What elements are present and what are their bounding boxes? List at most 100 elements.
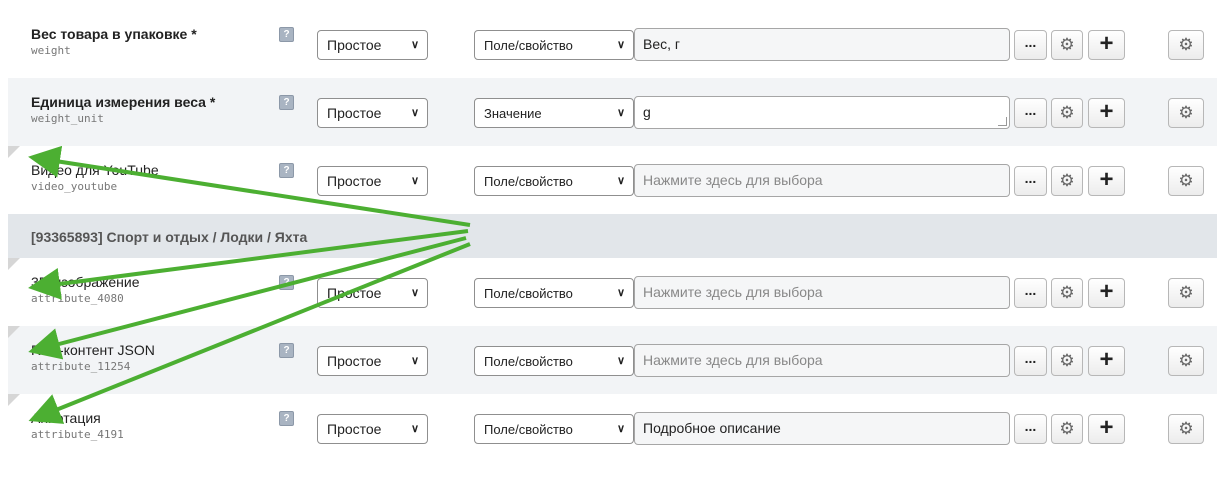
chevron-down-icon: ∨	[616, 107, 625, 119]
value-field[interactable]: Вес, г	[634, 28, 1010, 61]
chevron-down-icon: ∨	[616, 355, 625, 367]
type-select[interactable]: Простое ∨	[317, 346, 428, 376]
chevron-down-icon: ∨	[410, 423, 419, 435]
type-select[interactable]: Простое ∨	[317, 414, 428, 444]
type-select[interactable]: Простое ∨	[317, 98, 428, 128]
source-select-value: Поле/свойство	[484, 354, 573, 369]
add-button[interactable]: +	[1088, 30, 1125, 60]
gear-icon: ⚙	[1178, 351, 1194, 370]
attribute-row: Видео для YouTube video_youtube ? Просто…	[8, 146, 1217, 214]
source-select[interactable]: Поле/свойство ∨	[474, 30, 634, 60]
value-text: g	[643, 104, 651, 120]
attribute-title: Вес товара в упаковке *	[31, 26, 197, 42]
type-select[interactable]: Простое ∨	[317, 278, 428, 308]
add-button[interactable]: +	[1088, 414, 1125, 444]
more-button[interactable]: ...	[1014, 278, 1047, 308]
resize-handle-icon[interactable]	[998, 117, 1007, 126]
type-select-value: Простое	[327, 37, 382, 53]
chevron-down-icon: ∨	[410, 39, 419, 51]
more-button[interactable]: ...	[1014, 346, 1047, 376]
attribute-row: Вес товара в упаковке * weight ? Простое…	[8, 10, 1217, 78]
add-button[interactable]: +	[1088, 98, 1125, 128]
gear-icon: ⚙	[1178, 283, 1194, 302]
add-button[interactable]: +	[1088, 278, 1125, 308]
row-settings-button[interactable]: ⚙	[1168, 30, 1204, 60]
category-group-header: [93365893] Спорт и отдых / Лодки / Яхта	[8, 214, 1217, 258]
value-field[interactable]: Нажмите здесь для выбора	[634, 344, 1010, 377]
attribute-label: 3D-изображение attribute_4080	[31, 274, 140, 305]
attribute-title: 3D-изображение	[31, 274, 140, 290]
source-select-value: Поле/свойство	[484, 286, 573, 301]
add-button[interactable]: +	[1088, 166, 1125, 196]
help-icon[interactable]: ?	[279, 343, 294, 358]
row-settings-button[interactable]: ⚙	[1168, 346, 1204, 376]
chevron-down-icon: ∨	[616, 423, 625, 435]
source-select[interactable]: Значение ∨	[474, 98, 634, 128]
gear-icon: ⚙	[1059, 283, 1075, 302]
row-settings-button[interactable]: ⚙	[1168, 166, 1204, 196]
add-button[interactable]: +	[1088, 346, 1125, 376]
attribute-title: Видео для YouTube	[31, 162, 159, 178]
field-settings-button[interactable]: ⚙	[1051, 414, 1083, 444]
value-field[interactable]: Нажмите здесь для выбора	[634, 164, 1010, 197]
field-settings-button[interactable]: ⚙	[1051, 166, 1083, 196]
type-select[interactable]: Простое ∨	[317, 166, 428, 196]
chevron-down-icon: ∨	[410, 107, 419, 119]
field-settings-button[interactable]: ⚙	[1051, 98, 1083, 128]
attribute-row: Rich-контент JSON attribute_11254 ? Прос…	[8, 326, 1217, 394]
source-select-value: Поле/свойство	[484, 174, 573, 189]
source-select-value: Значение	[484, 106, 542, 121]
attribute-mapping-table: Вес товара в упаковке * weight ? Простое…	[8, 10, 1217, 462]
type-select-value: Простое	[327, 173, 382, 189]
source-select[interactable]: Поле/свойство ∨	[474, 166, 634, 196]
category-title: [93365893] Спорт и отдых / Лодки / Яхта	[31, 229, 308, 245]
source-select[interactable]: Поле/свойство ∨	[474, 414, 634, 444]
attribute-code: video_youtube	[31, 180, 118, 193]
more-button[interactable]: ...	[1014, 166, 1047, 196]
source-select-value: Поле/свойство	[484, 422, 573, 437]
attribute-code: attribute_4080	[31, 292, 124, 305]
gear-icon: ⚙	[1178, 35, 1194, 54]
value-field[interactable]: Подробное описание	[634, 412, 1010, 445]
attribute-row: 3D-изображение attribute_4080 ? Простое ∨…	[8, 258, 1217, 326]
attribute-title: Rich-контент JSON	[31, 342, 155, 358]
attribute-title: Единица измерения веса *	[31, 94, 216, 110]
attribute-label: Аннотация attribute_4191	[31, 410, 124, 441]
more-button[interactable]: ...	[1014, 30, 1047, 60]
corner-marker	[8, 146, 20, 158]
gear-icon: ⚙	[1178, 103, 1194, 122]
chevron-down-icon: ∨	[616, 175, 625, 187]
value-field[interactable]: Нажмите здесь для выбора	[634, 276, 1010, 309]
chevron-down-icon: ∨	[410, 355, 419, 367]
help-icon[interactable]: ?	[279, 275, 294, 290]
more-button[interactable]: ...	[1014, 414, 1047, 444]
attribute-title: Аннотация	[31, 410, 101, 426]
type-select[interactable]: Простое ∨	[317, 30, 428, 60]
field-settings-button[interactable]: ⚙	[1051, 30, 1083, 60]
attribute-code: attribute_11254	[31, 360, 131, 373]
row-settings-button[interactable]: ⚙	[1168, 414, 1204, 444]
row-settings-button[interactable]: ⚙	[1168, 98, 1204, 128]
type-select-value: Простое	[327, 105, 382, 121]
attribute-row: Аннотация attribute_4191 ? Простое ∨ Поле…	[8, 394, 1217, 462]
help-icon[interactable]: ?	[279, 95, 294, 110]
gear-icon: ⚙	[1059, 171, 1075, 190]
help-icon[interactable]: ?	[279, 411, 294, 426]
corner-marker	[8, 258, 20, 270]
more-button[interactable]: ...	[1014, 98, 1047, 128]
source-select[interactable]: Поле/свойство ∨	[474, 346, 634, 376]
value-textarea[interactable]: g	[634, 96, 1010, 129]
attribute-code: weight_unit	[31, 112, 104, 125]
attribute-code: weight	[31, 44, 71, 57]
field-settings-button[interactable]: ⚙	[1051, 278, 1083, 308]
field-settings-button[interactable]: ⚙	[1051, 346, 1083, 376]
gear-icon: ⚙	[1059, 103, 1075, 122]
source-select[interactable]: Поле/свойство ∨	[474, 278, 634, 308]
source-select-value: Поле/свойство	[484, 38, 573, 53]
help-icon[interactable]: ?	[279, 163, 294, 178]
help-icon[interactable]: ?	[279, 27, 294, 42]
attribute-row: Единица измерения веса * weight_unit ? П…	[8, 78, 1217, 146]
row-settings-button[interactable]: ⚙	[1168, 278, 1204, 308]
type-select-value: Простое	[327, 421, 382, 437]
chevron-down-icon: ∨	[410, 287, 419, 299]
